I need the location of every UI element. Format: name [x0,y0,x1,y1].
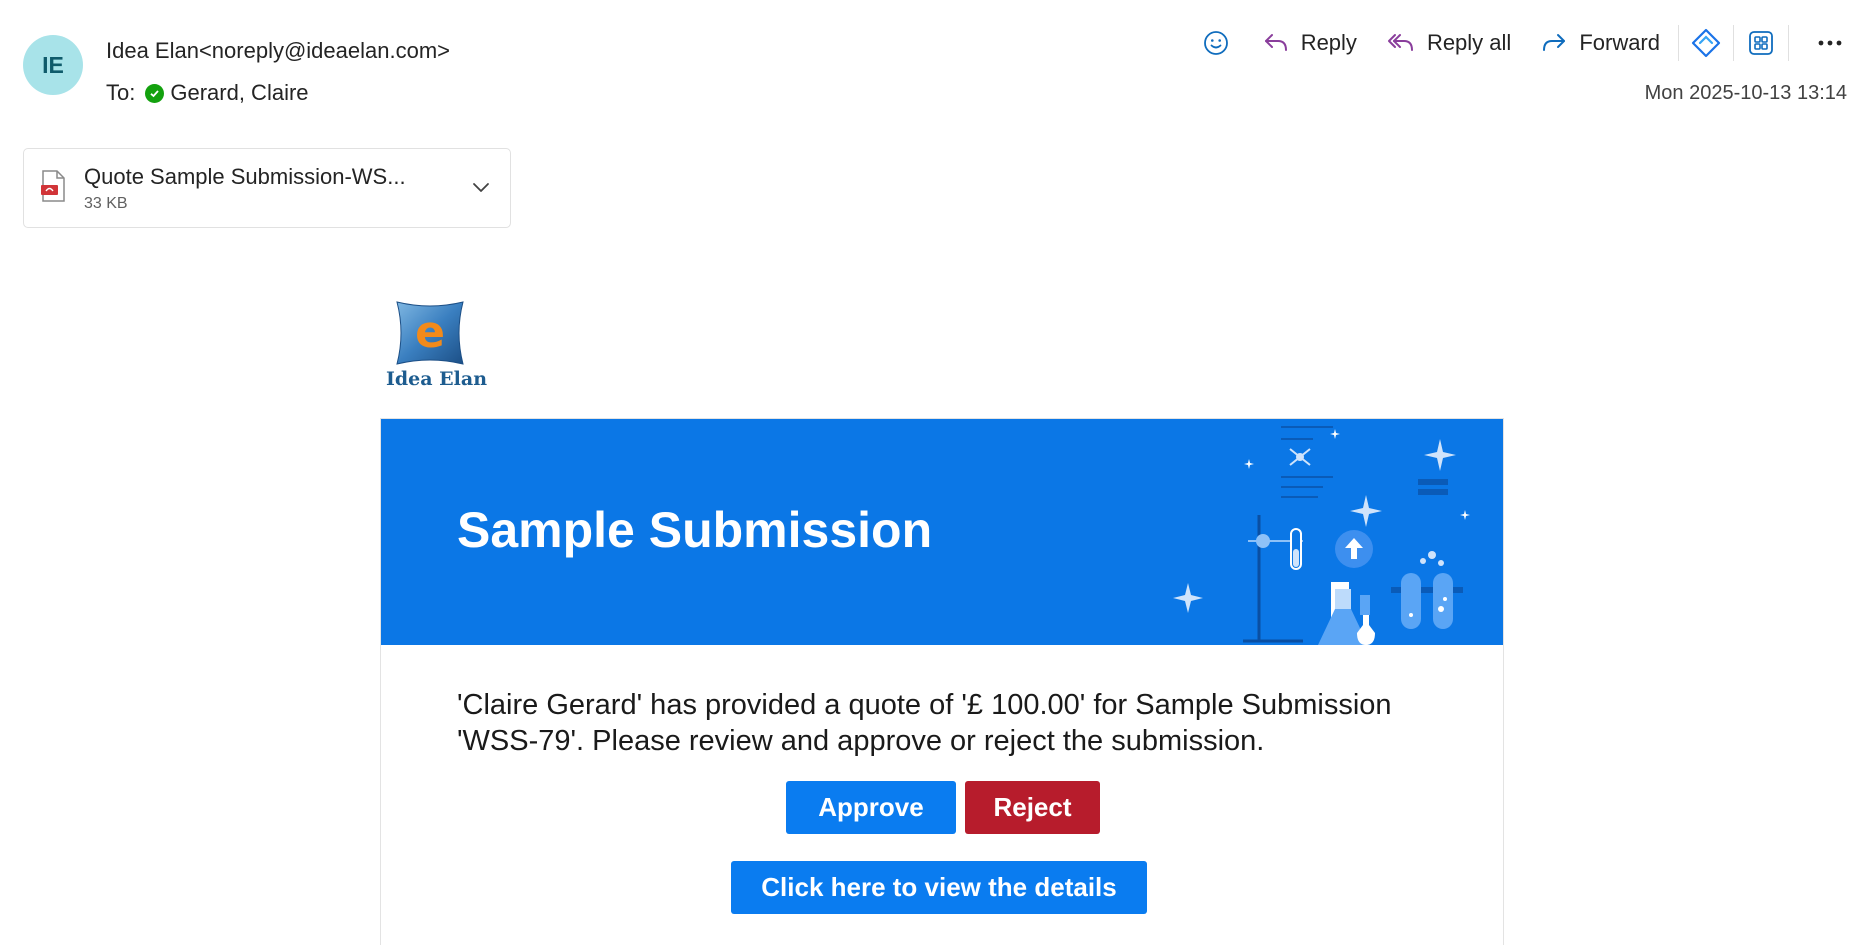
attachment-size: 33 KB [84,194,128,212]
presence-available-icon [145,83,165,103]
viva-insights-icon[interactable] [1689,26,1723,60]
view-details-button[interactable]: Click here to view the details [731,861,1147,914]
toolbar-divider [1678,25,1679,61]
recipient-name[interactable]: Gerard, Claire [170,80,308,106]
svg-text:e: e [415,307,445,358]
reply-all-icon [1387,34,1413,51]
attachment-name: Quote Sample Submission-WS... [84,163,406,189]
reject-button[interactable]: Reject [965,781,1100,834]
sender-address[interactable]: Idea Elan<noreply@ideaelan.com> [106,38,450,64]
ellipsis-icon[interactable] [1813,26,1847,60]
forward-icon [1543,34,1566,51]
reply-icon [1264,34,1287,51]
recipients-row: To: Gerard, Claire [106,80,309,106]
banner-title: Sample Submission [457,502,933,558]
email-content-card: Sample Submission 'Claire Gerard' has pr… [380,418,1504,945]
apps-icon[interactable] [1744,26,1778,60]
attachment-info: Quote Sample Submission-WS... 33 KB [84,164,406,213]
chevron-down-icon[interactable] [470,176,492,203]
sender-avatar[interactable]: IE [23,35,83,95]
approve-button[interactable]: Approve [786,781,956,834]
received-datetime: Mon 2025-10-13 13:14 [1644,82,1847,104]
pdf-icon [40,169,66,207]
banner: Sample Submission [381,419,1503,645]
reply-label: Reply [1300,30,1357,55]
smiley-icon[interactable] [1199,26,1233,60]
to-label: To: [106,80,136,105]
forward-button[interactable]: Forward [1541,30,1660,56]
message-toolbar: Reply Reply all Forward [1199,25,1847,61]
quote-message: 'Claire Gerard' has provided a quote of … [457,689,1392,757]
toolbar-divider [1733,25,1734,61]
logo-text: Idea Elan [386,368,488,390]
toolbar-divider [1788,25,1789,61]
reply-all-button[interactable]: Reply all [1387,30,1511,56]
forward-label: Forward [1579,30,1660,55]
reply-button[interactable]: Reply [1263,30,1357,56]
attachment-card[interactable]: Quote Sample Submission-WS... 33 KB [23,148,511,228]
reply-all-label: Reply all [1426,30,1512,55]
lab-illustration-icon [1173,426,1470,645]
